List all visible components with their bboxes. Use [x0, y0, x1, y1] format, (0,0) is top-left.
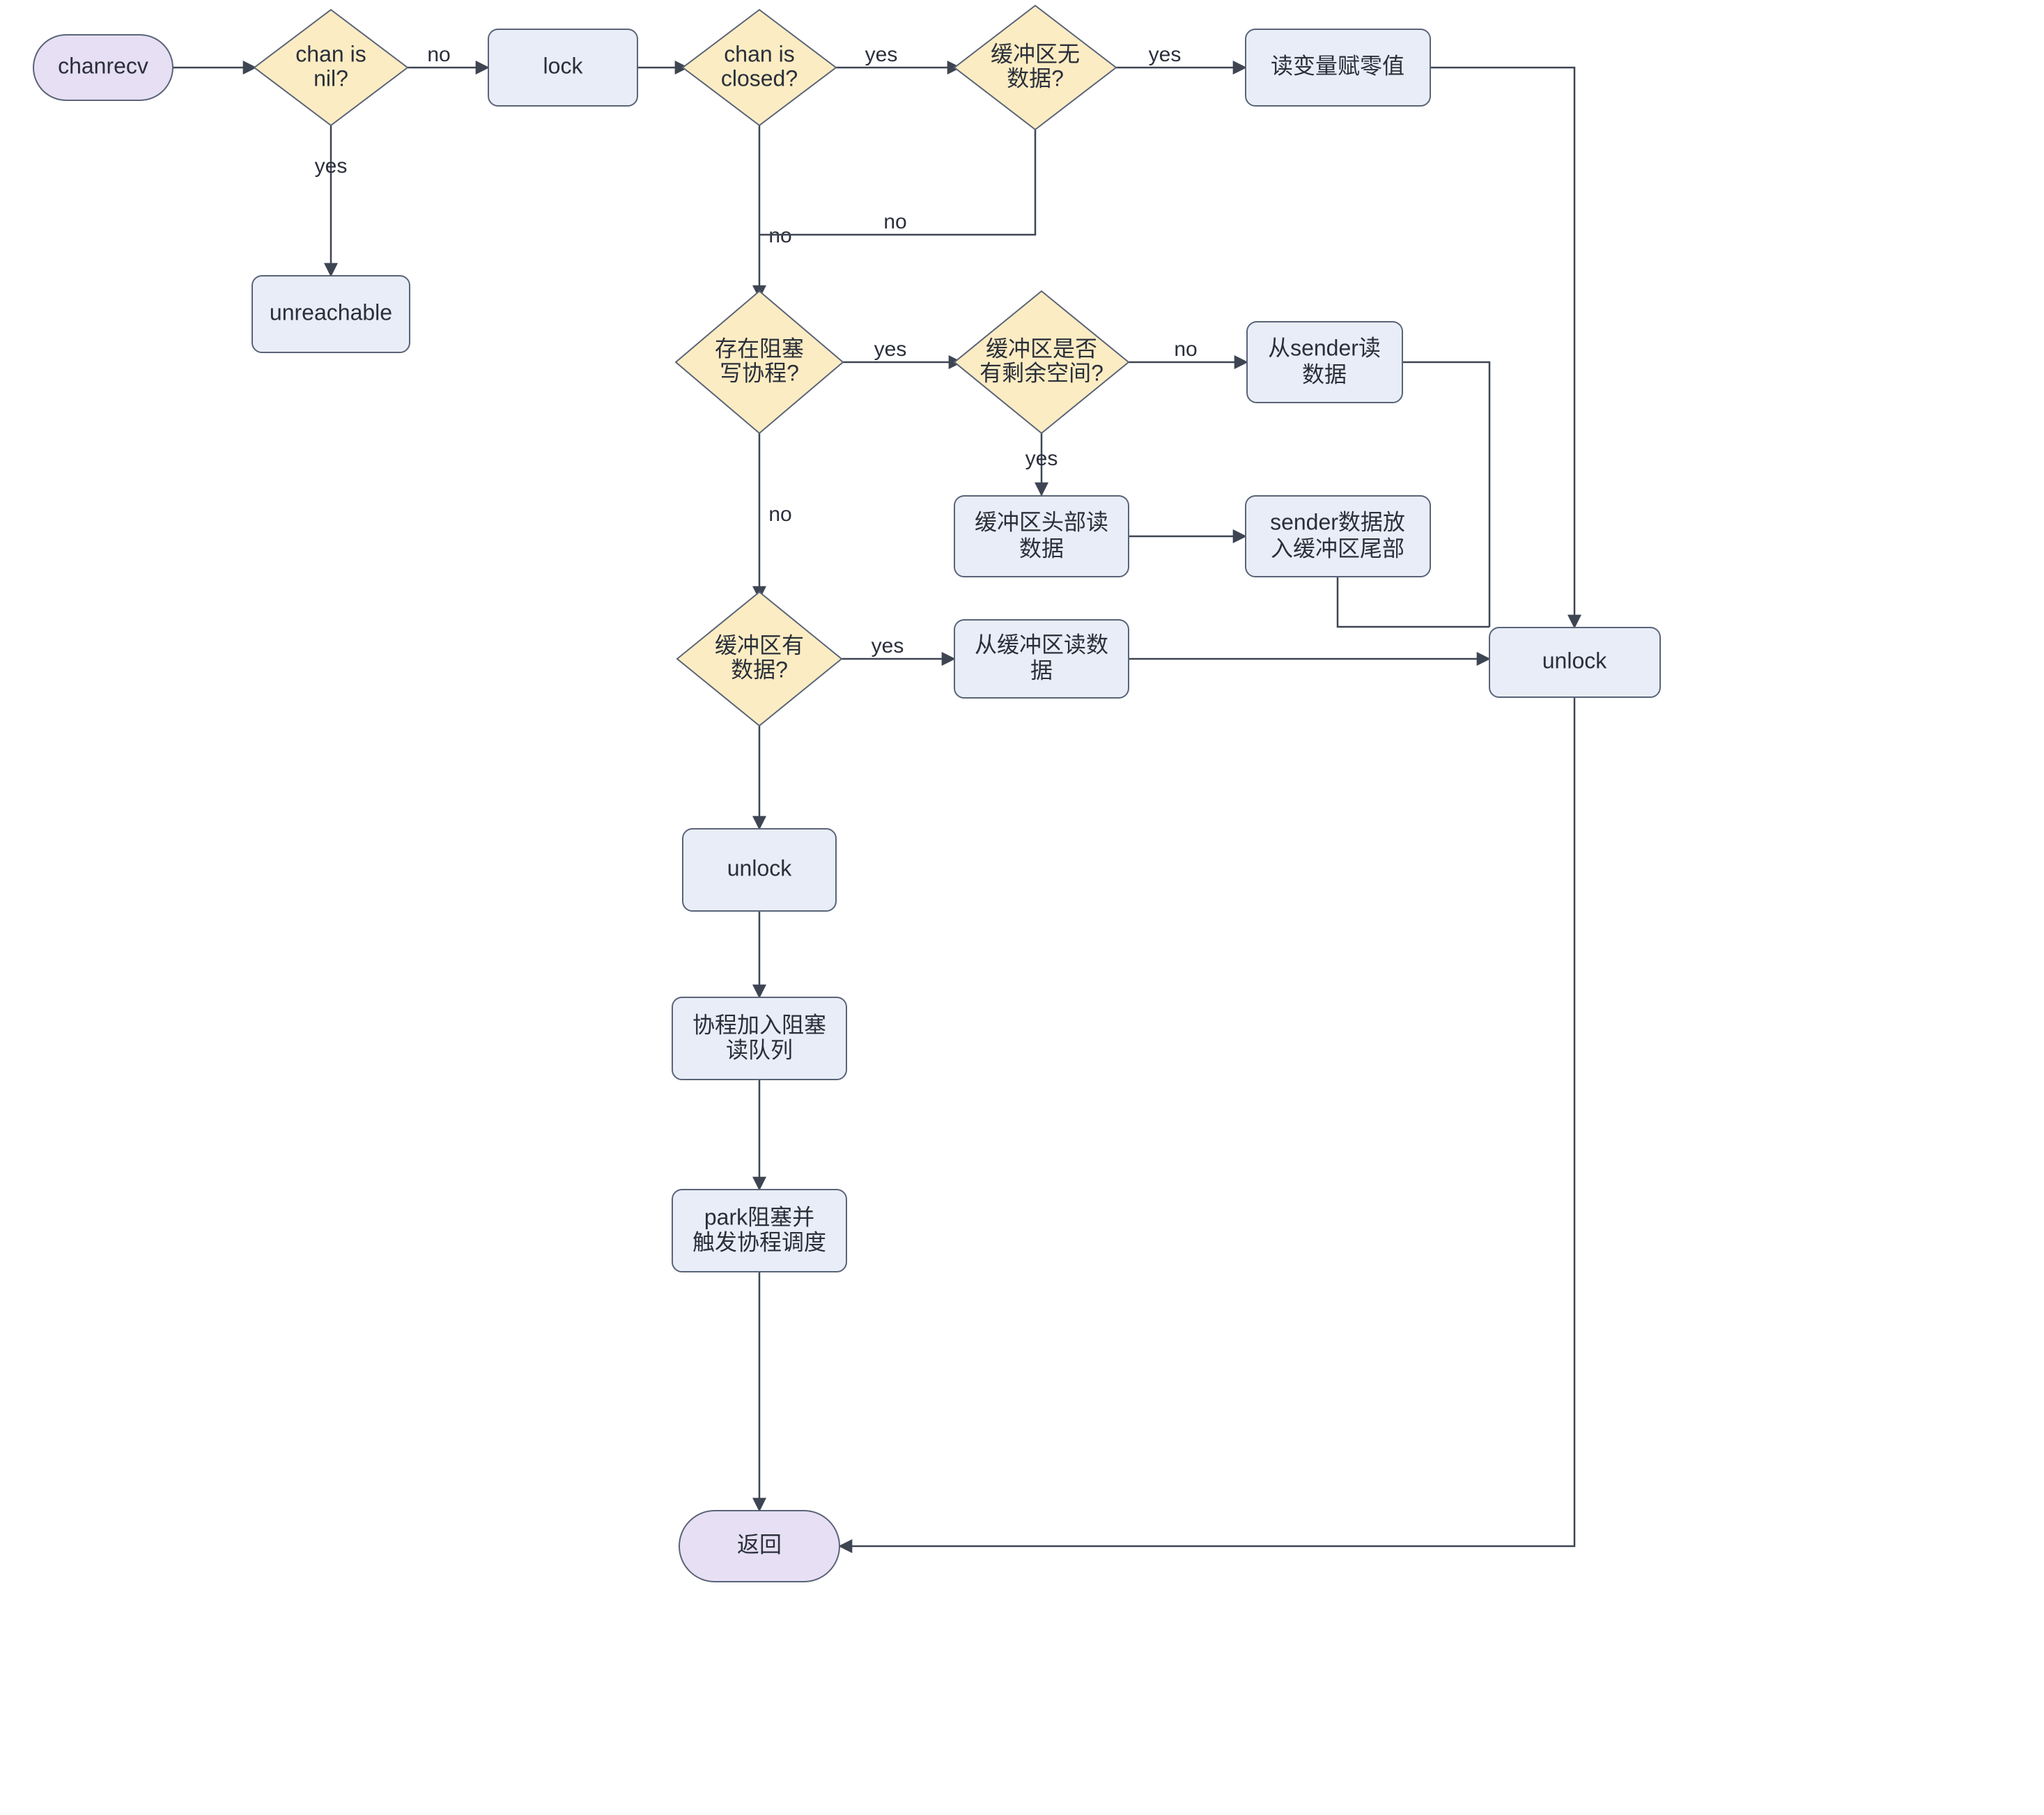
label-chan-is-nil-no: no	[427, 43, 450, 66]
text-readzero: 读变量赋零值	[1271, 53, 1404, 78]
text-bufhead-2: 数据	[1019, 536, 1064, 561]
text-unlock-mid: unlock	[727, 855, 793, 880]
text-closed-2: closed?	[721, 65, 798, 91]
text-sender-1: 从sender读	[1268, 335, 1381, 360]
text-readbuf-2: 据	[1030, 657, 1053, 683]
edge-unlock-to-return	[839, 696, 1574, 1546]
text-join-1: 协程加入阻塞	[692, 1012, 826, 1037]
edge-readzero-to-unlock	[1430, 68, 1574, 628]
label-closed-no: no	[768, 224, 791, 247]
label-chan-is-nil-yes: yes	[315, 155, 348, 178]
text-bufdata-2: 数据?	[731, 657, 788, 682]
text-bufempty-2: 数据?	[1007, 65, 1064, 91]
text-readbuf-1: 从缓冲区读数	[975, 632, 1108, 657]
text-unreachable: unreachable	[270, 299, 392, 325]
text-bufdata-1: 缓冲区有	[715, 632, 804, 657]
text-bufspace-2: 有剩余空间?	[980, 360, 1104, 385]
text-tail-1: sender数据放	[1270, 509, 1405, 534]
text-blkw-1: 存在阻塞	[715, 336, 804, 361]
text-tail-2: 入缓冲区尾部	[1271, 536, 1404, 561]
text-chan-is-nil-1: chan is	[295, 41, 366, 66]
text-join-2: 读队列	[726, 1037, 793, 1062]
flowchart-canvas: yes no yes no yes no yes no no yes yes	[0, 0, 2044, 1815]
text-bufempty-1: 缓冲区无	[991, 41, 1080, 66]
text-sender-2: 数据	[1302, 361, 1347, 387]
text-chan-is-nil-2: nil?	[313, 65, 348, 91]
label-bufdata-yes: yes	[872, 634, 904, 657]
label-closed-yes: yes	[865, 43, 898, 66]
label-bufempty-no: no	[883, 210, 906, 233]
label-blkw-yes: yes	[874, 338, 907, 361]
text-bufspace-1: 缓冲区是否	[986, 336, 1097, 361]
text-unlock-right: unlock	[1542, 648, 1608, 673]
label-blkw-no: no	[768, 503, 791, 526]
text-return: 返回	[737, 1532, 782, 1557]
text-blkw-2: 写协程?	[720, 360, 799, 385]
label-bufempty-yes: yes	[1149, 43, 1182, 66]
edge-tail-to-unlock	[1338, 577, 1489, 627]
text-park-2: 触发协程调度	[692, 1229, 826, 1254]
text-chanrecv: chanrecv	[58, 53, 148, 78]
text-closed-1: chan is	[724, 41, 794, 66]
edge-sender-to-unlock	[1402, 362, 1489, 627]
text-bufhead-1: 缓冲区头部读	[975, 509, 1108, 534]
text-lock: lock	[543, 53, 584, 78]
label-bufspace-no: no	[1174, 338, 1197, 361]
text-park-1: park阻塞并	[704, 1204, 814, 1229]
label-bufspace-yes: yes	[1025, 447, 1058, 470]
